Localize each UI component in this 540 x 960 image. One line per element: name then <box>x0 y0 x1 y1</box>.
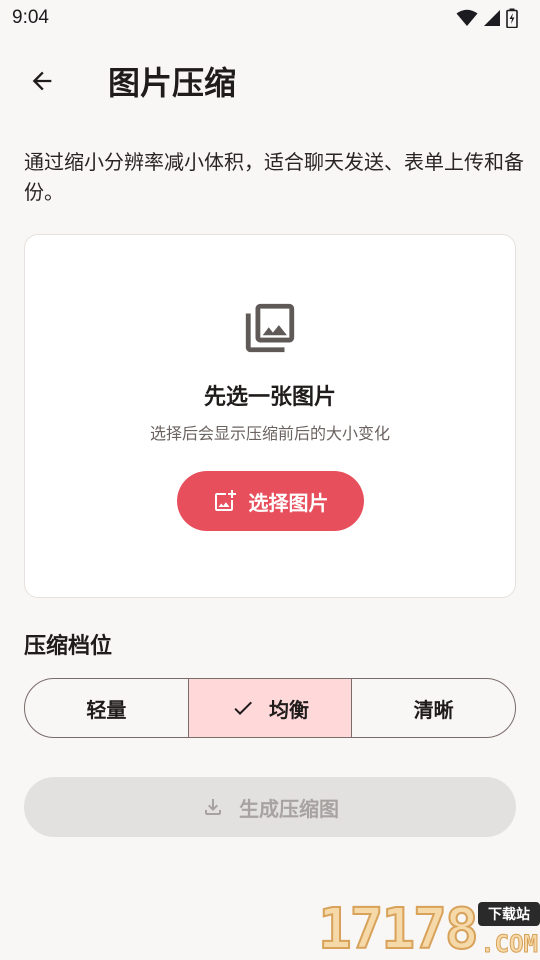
segment-label: 清晰 <box>413 697 454 722</box>
photo-library-icon <box>245 303 295 353</box>
signal-icon <box>484 10 500 26</box>
select-image-button[interactable]: 选择图片 <box>177 471 364 531</box>
generate-label: 生成压缩图 <box>239 796 339 821</box>
watermark-suffix: .COM <box>480 930 539 959</box>
segment-balanced[interactable]: 均衡 <box>187 679 352 737</box>
select-image-label: 选择图片 <box>248 490 329 515</box>
segment-clear[interactable]: 清晰 <box>351 679 515 737</box>
segment-light[interactable]: 轻量 <box>25 679 188 737</box>
watermark-badge: 下载站 <box>478 902 540 926</box>
watermark-digits: 17178 <box>317 897 480 960</box>
wifi-icon <box>456 9 478 26</box>
status-bar: 9:04 <box>0 0 540 36</box>
status-time: 9:04 <box>12 7 49 28</box>
back-button[interactable] <box>14 53 70 109</box>
status-icons <box>456 8 518 28</box>
app-bar: 图片压缩 <box>0 46 540 116</box>
watermark-logo: 17178 下载站 .COM <box>317 897 540 960</box>
battery-charging-icon <box>506 8 518 28</box>
compression-section-title: 压缩档位 <box>24 634 113 659</box>
arrow-back-icon <box>32 71 52 91</box>
page-title: 图片压缩 <box>108 64 237 102</box>
compression-level-selector: 轻量 均衡 清晰 <box>24 678 516 738</box>
picker-title: 先选一张图片 <box>203 385 336 410</box>
download-icon <box>205 799 221 815</box>
page-description: 通过缩小分辨率减小体积，适合聊天发送、表单上传和备份。 <box>24 150 524 204</box>
generate-compressed-button[interactable]: 生成压缩图 <box>24 777 516 837</box>
add-photo-icon <box>214 490 236 511</box>
picker-hint: 选择后会显示压缩前后的大小变化 <box>149 424 390 443</box>
segment-label: 均衡 <box>269 697 309 722</box>
check-icon <box>234 701 252 715</box>
image-picker-card: 先选一张图片 选择后会显示压缩前后的大小变化 选择图片 <box>24 234 516 598</box>
segment-label: 轻量 <box>86 697 127 722</box>
